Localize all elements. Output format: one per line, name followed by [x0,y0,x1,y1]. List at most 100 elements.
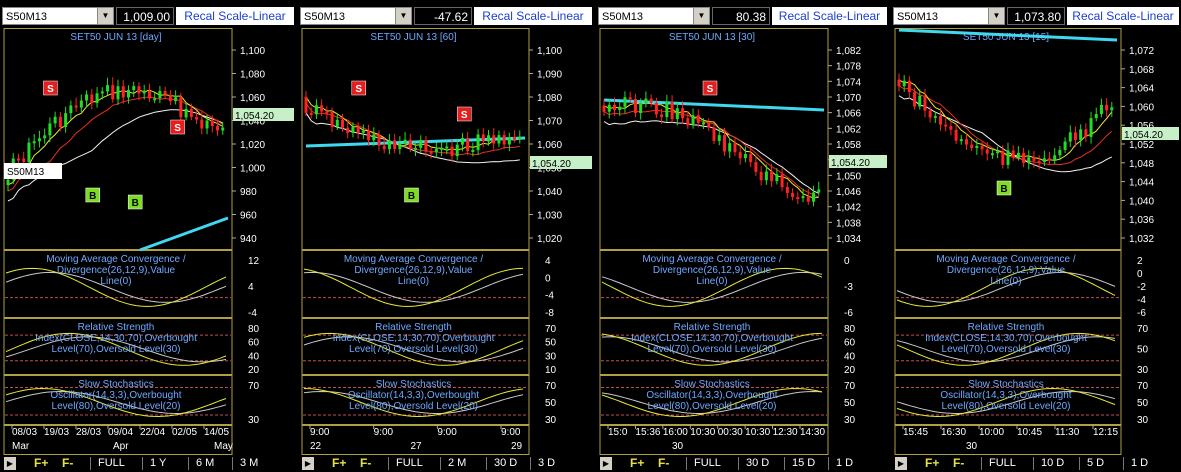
date-axis-label: 16:30 [941,427,966,438]
stochastic-title: Slow Stochastics Oscillator(14,3,3),Overb… [348,379,479,412]
candle-body [665,101,669,118]
recal-scale-button[interactable]: Recal Scale-Linear [474,7,592,25]
range-button-full[interactable]: FULL [396,457,423,469]
chart-area[interactable]: 1,0721,0681,0641,0601,0561,0521,0481,044… [891,28,1181,455]
toolbar: S50M13 ▼ -47.62 Recal Scale-Linear [298,2,594,28]
range-button-3d[interactable]: 3 D [538,457,555,469]
candle-body [1042,158,1046,163]
recal-scale-button[interactable]: Recal Scale-Linear [176,7,294,25]
recal-scale-button[interactable]: Recal Scale-Linear [772,7,887,25]
macd-axis-label: 0 [545,273,551,284]
symbol-select[interactable]: S50M13 ▼ [2,7,114,25]
range-separator [486,457,487,470]
candle-body [801,196,805,199]
candle-body [450,146,454,157]
scroll-left-icon[interactable]: ▶ [600,457,612,470]
candle-body [923,95,927,111]
last-price-text: 1,054.20 [1124,130,1163,141]
candle-body [335,119,339,127]
symbol-select[interactable]: S50M13 ▼ [300,7,412,25]
date-axis-label-secondary: 27 [411,441,423,452]
rsi-axis-label: 10 [545,365,557,376]
candle-body [434,148,438,153]
date-axis-label: 14/05 [204,427,229,438]
chart-area[interactable]: 1,1001,0901,0801,0701,0601,0501,0401,030… [298,28,594,455]
chart-area[interactable]: 1,1001,0801,0601,0401,0201,000980960940S… [0,28,296,455]
candle-body [481,134,485,142]
candle-body [153,98,157,101]
scroll-left-icon[interactable]: ▶ [895,457,907,470]
candle-body [184,108,188,118]
zoom-in-button[interactable]: F+ [34,456,48,470]
symbol-text: S50M13 [897,11,938,23]
date-axis-label: 00:30 [718,427,743,438]
range-button-3m[interactable]: 3 M [240,457,258,469]
toolbar: S50M13 ▼ 1,009.00 Recal Scale-Linear [0,2,296,28]
candle-body [466,138,470,152]
date-axis-label-secondary: 22 [310,441,322,452]
price-axis-label: 1,074 [836,77,861,88]
range-button-full[interactable]: FULL [694,457,721,469]
zoom-out-button[interactable]: F- [360,456,371,470]
candle-body [743,154,747,159]
range-button-30d[interactable]: 30 D [494,457,517,469]
candle-body [964,139,968,145]
candle-body [1016,152,1020,158]
candle-body [944,124,948,127]
scroll-left-icon[interactable]: ▶ [302,457,314,470]
range-button-10d[interactable]: 10 D [1041,457,1064,469]
zoom-out-button[interactable]: F- [953,456,964,470]
zoom-in-button[interactable]: F+ [630,456,644,470]
candle-body [126,90,130,98]
range-separator [1079,457,1080,470]
price-axis-label: 1,050 [836,171,861,182]
candle-body [785,187,789,193]
range-button-full[interactable]: FULL [989,457,1016,469]
chevron-down-icon[interactable]: ▼ [693,8,709,24]
candle-body [424,140,428,152]
macd-axis-label: -6 [844,308,853,319]
zoom-in-button[interactable]: F+ [332,456,346,470]
range-button-5d[interactable]: 5 D [1087,457,1104,469]
candle-body [770,171,774,182]
candle-body [507,136,511,145]
candle-body [681,108,685,119]
candle-body [221,127,225,131]
chevron-down-icon[interactable]: ▼ [988,8,1004,24]
recal-scale-button[interactable]: Recal Scale-Linear [1067,7,1179,25]
candle-body [775,174,779,182]
signal-label: B [408,191,415,202]
range-button-2m[interactable]: 2 M [448,457,466,469]
candle-body [74,105,78,108]
date-axis-label: 9:00 [437,427,457,438]
chart-area[interactable]: 1,082 1,078 1,074 1,070 1,066 1,062 1,058 1,054… [596,28,889,455]
range-button-6m[interactable]: 6 M [196,457,214,469]
range-button-1d[interactable]: 1 D [836,457,853,469]
range-button-1d[interactable]: 1 D [1131,457,1148,469]
price-axis-label: 940 [240,234,257,245]
symbol-select[interactable]: S50M13 ▼ [893,7,1005,25]
range-button-30d[interactable]: 30 D [746,457,769,469]
candle-body [195,116,199,120]
range-button-full[interactable]: FULL [98,457,125,469]
candle-body [460,138,464,145]
candle-body [372,134,376,141]
range-toolbar: ▶ F+ F- FULL 1 Y 6 M 3 M [0,455,296,472]
chevron-down-icon[interactable]: ▼ [395,8,411,24]
zoom-out-button[interactable]: F- [62,456,73,470]
scroll-left-icon[interactable]: ▶ [4,457,16,470]
candle-body [1079,129,1083,140]
zoom-in-button[interactable]: F+ [925,456,939,470]
symbol-select[interactable]: S50M13 ▼ [598,7,710,25]
candle-body [330,111,334,127]
date-axis-label: 15:0 [608,427,628,438]
candle-body [707,122,711,128]
range-button-15d[interactable]: 15 D [792,457,815,469]
candle-body [980,145,984,150]
price-axis-label: 1,072 [1129,46,1154,57]
candle-body [728,143,732,152]
zoom-out-button[interactable]: F- [658,456,669,470]
chevron-down-icon[interactable]: ▼ [97,8,113,24]
range-separator [142,457,143,470]
range-button-1y[interactable]: 1 Y [150,457,166,469]
